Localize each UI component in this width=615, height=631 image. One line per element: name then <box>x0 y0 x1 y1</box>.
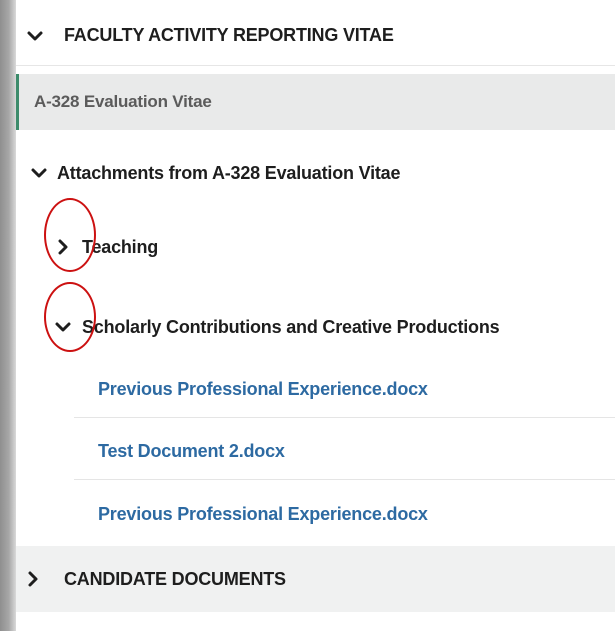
group-toggle-scholarly[interactable]: Scholarly Contributions and Creative Pro… <box>16 300 615 354</box>
section-header-candidate-documents[interactable]: CANDIDATE DOCUMENTS <box>16 546 615 612</box>
group-label-teaching: Teaching <box>82 236 159 257</box>
left-shadow <box>0 0 16 631</box>
group-toggle-teaching[interactable]: Teaching <box>16 220 615 274</box>
attachments-toggle[interactable]: Attachments from A-328 Evaluation Vitae <box>16 146 615 200</box>
chevron-right-icon <box>24 570 42 588</box>
vitae-item-a328[interactable]: A-328 Evaluation Vitae <box>16 74 615 130</box>
file-link-label: Test Document 2.docx <box>98 441 285 461</box>
file-link-label: Previous Professional Experience.docx <box>98 379 428 399</box>
attachments-label: Attachments from A-328 Evaluation Vitae <box>57 162 401 183</box>
group-label-scholarly: Scholarly Contributions and Creative Pro… <box>82 316 500 337</box>
chevron-down-icon <box>26 27 44 45</box>
chevron-down-icon[interactable] <box>54 318 72 336</box>
vitae-item-label: A-328 Evaluation Vitae <box>34 92 212 111</box>
section-header-label: CANDIDATE DOCUMENTS <box>64 568 286 589</box>
file-link-label: Previous Professional Experience.docx <box>98 503 428 524</box>
file-link[interactable]: Previous Professional Experience.docx <box>74 486 615 542</box>
vitae-panel: FACULTY ACTIVITY REPORTING VITAE A-328 E… <box>16 0 615 631</box>
file-link[interactable]: Previous Professional Experience.docx <box>74 362 615 418</box>
file-link[interactable]: Test Document 2.docx <box>74 424 615 480</box>
chevron-right-icon[interactable] <box>54 238 72 256</box>
chevron-down-icon <box>30 164 48 182</box>
section-header-label: FACULTY ACTIVITY REPORTING VITAE <box>64 25 394 45</box>
section-header-faculty-activity[interactable]: FACULTY ACTIVITY REPORTING VITAE <box>16 6 615 66</box>
